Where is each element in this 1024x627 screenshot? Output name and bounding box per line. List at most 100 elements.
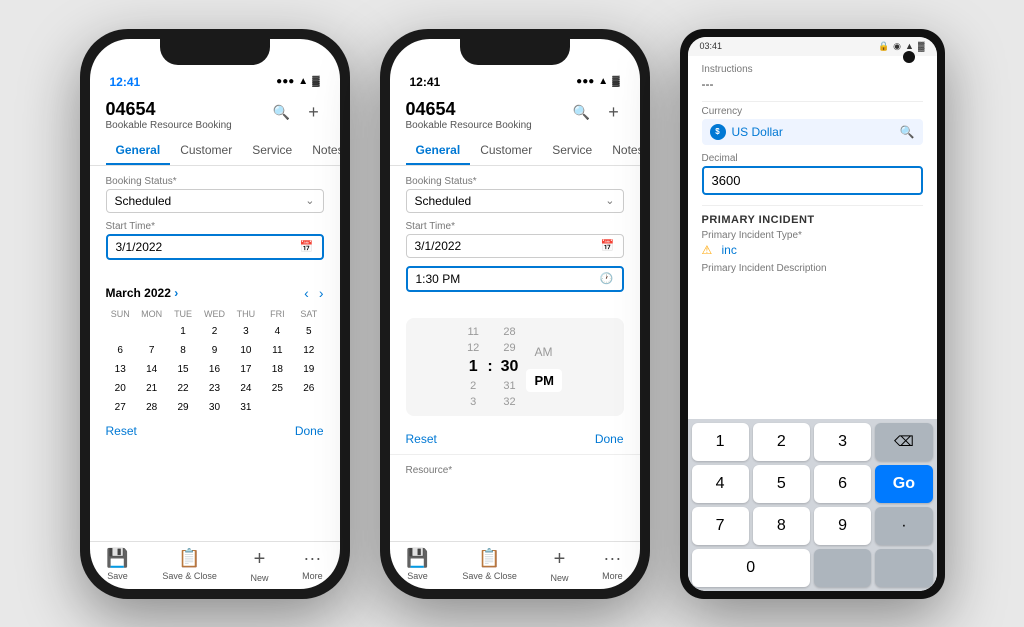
hour-3[interactable]: 3	[470, 396, 476, 408]
key-8[interactable]: 8	[753, 507, 810, 545]
cal-day-1[interactable]: 1	[168, 323, 197, 340]
toolbar-new-2[interactable]: + New	[551, 548, 569, 583]
calendar-icon-2: 📅	[601, 239, 615, 252]
toolbar-new-1[interactable]: + New	[251, 548, 269, 583]
key-backspace[interactable]: ⌫	[875, 423, 932, 461]
cal-day-29[interactable]: 29	[168, 399, 197, 416]
hour-2[interactable]: 2	[470, 380, 476, 392]
cal-day-21[interactable]: 21	[137, 380, 166, 397]
tab-customer-1[interactable]: Customer	[170, 137, 242, 165]
key-3[interactable]: 3	[814, 423, 871, 461]
cal-day-9[interactable]: 9	[200, 342, 229, 359]
toolbar-more-2[interactable]: ··· More	[602, 548, 623, 583]
cal-day-26[interactable]: 26	[294, 380, 323, 397]
cal-day-27[interactable]: 27	[106, 399, 135, 416]
cal-day-5[interactable]: 5	[294, 323, 323, 340]
cal-day-25[interactable]: 25	[263, 380, 292, 397]
cal-day-11[interactable]: 11	[263, 342, 292, 359]
reset-btn-1[interactable]: Reset	[106, 424, 137, 438]
reset-btn-2[interactable]: Reset	[406, 432, 437, 446]
cal-day-10[interactable]: 10	[231, 342, 260, 359]
key-go[interactable]: Go	[875, 465, 932, 503]
key-5[interactable]: 5	[753, 465, 810, 503]
tab-notes-1[interactable]: Notes	[302, 137, 339, 165]
currency-field-3[interactable]: $ US Dollar 🔍	[702, 119, 923, 145]
cal-day-4[interactable]: 4	[263, 323, 292, 340]
cal-hdr-mon-1: MON	[137, 307, 166, 321]
hour-11[interactable]: 11	[467, 326, 478, 338]
key-0[interactable]: 0	[692, 549, 811, 587]
search-icon-1[interactable]: 🔍	[272, 103, 292, 123]
cal-day-2[interactable]: 2	[200, 323, 229, 340]
cal-day-22[interactable]: 22	[168, 380, 197, 397]
start-time-label-1: Start Time*	[106, 221, 324, 232]
cal-day-12[interactable]: 12	[294, 342, 323, 359]
key-4[interactable]: 4	[692, 465, 749, 503]
key-9[interactable]: 9	[814, 507, 871, 545]
tab-general-1[interactable]: General	[106, 137, 171, 165]
time-field-2[interactable]: 1:30 PM 🕐	[406, 266, 624, 292]
cal-day-13[interactable]: 13	[106, 361, 135, 378]
cal-day-14[interactable]: 14	[137, 361, 166, 378]
min-30-selected[interactable]: 30	[501, 358, 519, 376]
hour-1-selected[interactable]: 1	[469, 358, 478, 376]
start-time-field-2[interactable]: 3/1/2022 📅	[406, 234, 624, 258]
min-29[interactable]: 29	[503, 342, 515, 354]
start-time-field-1[interactable]: 3/1/2022 📅	[106, 234, 324, 260]
toolbar-save-close-2[interactable]: 📋 Save & Close	[462, 548, 517, 583]
cal-prev-1[interactable]: ‹	[304, 285, 309, 301]
hour-12[interactable]: 12	[467, 342, 479, 354]
cal-next-1[interactable]: ›	[319, 285, 324, 301]
cal-hdr-thu-1: THU	[231, 307, 260, 321]
add-icon-2[interactable]: +	[604, 103, 624, 123]
done-btn-2[interactable]: Done	[595, 432, 624, 446]
booking-status-field-2[interactable]: Scheduled ⌄	[406, 189, 624, 213]
key-6[interactable]: 6	[814, 465, 871, 503]
ampm-pm-selected[interactable]: PM	[526, 369, 562, 392]
booking-status-field-1[interactable]: Scheduled ⌄	[106, 189, 324, 213]
start-time-value-1: 3/1/2022	[116, 240, 163, 254]
key-7[interactable]: 7	[692, 507, 749, 545]
cal-day-23[interactable]: 23	[200, 380, 229, 397]
key-dot[interactable]: ·	[875, 507, 932, 545]
key-1[interactable]: 1	[692, 423, 749, 461]
cal-hdr-sat-1: SAT	[294, 307, 323, 321]
min-32[interactable]: 32	[503, 396, 515, 408]
tab-notes-2[interactable]: Notes	[602, 137, 639, 165]
key-2[interactable]: 2	[753, 423, 810, 461]
cal-day-7[interactable]: 7	[137, 342, 166, 359]
toolbar-save-close-1[interactable]: 📋 Save & Close	[162, 548, 217, 583]
cal-day-24[interactable]: 24	[231, 380, 260, 397]
cal-day-8[interactable]: 8	[168, 342, 197, 359]
cal-day-3[interactable]: 3	[231, 323, 260, 340]
tab-service-2[interactable]: Service	[542, 137, 602, 165]
toolbar-save-2[interactable]: 💾 Save	[406, 548, 428, 583]
cal-day-6[interactable]: 6	[106, 342, 135, 359]
cal-day-30[interactable]: 30	[200, 399, 229, 416]
decimal-input-3[interactable]: 3600	[702, 166, 923, 195]
ampm-am[interactable]: AM	[526, 341, 562, 363]
cal-day-19[interactable]: 19	[294, 361, 323, 378]
form-content-2: Booking Status* Scheduled ⌄ Start Time* …	[390, 166, 640, 310]
cal-day-20[interactable]: 20	[106, 380, 135, 397]
toolbar-save-1[interactable]: 💾 Save	[106, 548, 128, 583]
search-icon-2[interactable]: 🔍	[572, 103, 592, 123]
tab-service-1[interactable]: Service	[242, 137, 302, 165]
cal-day-16[interactable]: 16	[200, 361, 229, 378]
min-28[interactable]: 28	[503, 326, 515, 338]
cal-day-31[interactable]: 31	[231, 399, 260, 416]
incident-type-row-3: ⚠ inc	[702, 243, 923, 257]
cal-day-18[interactable]: 18	[263, 361, 292, 378]
app-header-1: 04654 Bookable Resource Booking 🔍 +	[90, 93, 340, 137]
min-31[interactable]: 31	[503, 380, 515, 392]
cal-day-15[interactable]: 15	[168, 361, 197, 378]
save-close-label-1: Save & Close	[162, 571, 217, 581]
toolbar-more-1[interactable]: ··· More	[302, 548, 323, 583]
cal-day-28[interactable]: 28	[137, 399, 166, 416]
currency-search-icon-3[interactable]: 🔍	[900, 125, 915, 139]
tab-customer-2[interactable]: Customer	[470, 137, 542, 165]
add-icon-1[interactable]: +	[304, 103, 324, 123]
tab-general-2[interactable]: General	[406, 137, 471, 165]
done-btn-1[interactable]: Done	[295, 424, 324, 438]
cal-day-17[interactable]: 17	[231, 361, 260, 378]
